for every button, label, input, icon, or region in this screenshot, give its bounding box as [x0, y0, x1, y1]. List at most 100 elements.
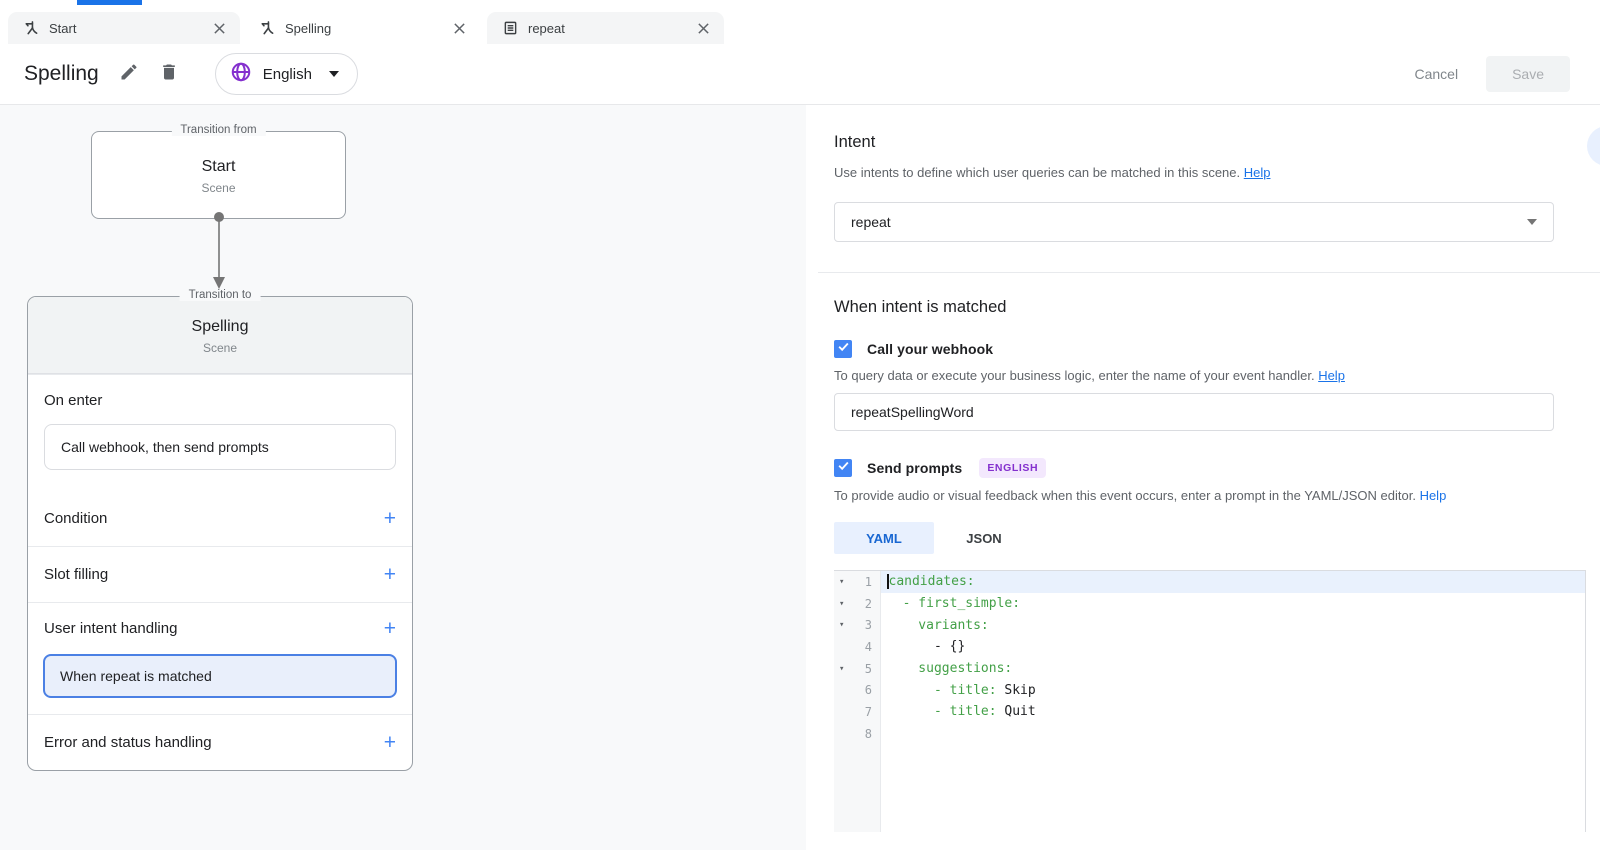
send-prompts-label: Send prompts — [867, 460, 962, 476]
code-line-content[interactable]: suggestions: — [881, 658, 1585, 680]
code-segment: - first_simple: — [887, 596, 1020, 611]
prompts-help-link[interactable]: Help — [1420, 488, 1447, 503]
from-scene-title: Start — [92, 158, 345, 176]
section-error-and-status-handling: Error and status handling+ — [28, 714, 412, 770]
intent-help-link[interactable]: Help — [1244, 165, 1271, 180]
line-gutter: ▾2 — [834, 593, 881, 615]
code-line-content[interactable]: - title: Quit — [881, 701, 1585, 723]
code-segment: - {} — [887, 639, 965, 654]
line-number: 6 — [852, 683, 881, 697]
top-loading-indicator — [77, 0, 142, 5]
add-error-and-status-handling-button[interactable]: + — [384, 732, 396, 753]
yaml-editor-lines: ▾1candidates:▾2 - first_simple:▾3 varian… — [834, 571, 1585, 745]
editor-tabstrip: Start Spelling repeat — [0, 0, 1600, 44]
code-segment: - title: — [887, 704, 1004, 719]
checkmark-icon — [837, 459, 850, 477]
to-scene-subtitle: Scene — [28, 341, 412, 355]
language-label: English — [263, 66, 312, 83]
from-scene-subtitle: Scene — [92, 181, 345, 195]
line-number: 7 — [852, 705, 881, 719]
editor-line[interactable]: ▾2 - first_simple: — [834, 593, 1585, 615]
tab-label: Start — [49, 21, 76, 36]
handler-when-repeat-is-matched[interactable]: When repeat is matched — [43, 654, 397, 698]
code-line-content[interactable]: - {} — [881, 636, 1585, 658]
code-line-content[interactable]: candidates: — [881, 571, 1585, 593]
editor-line[interactable]: ▾3 variants: — [834, 614, 1585, 636]
section-row-slot-filling[interactable]: Slot filling + — [28, 547, 412, 602]
code-line-content[interactable]: - title: Skip — [881, 679, 1585, 701]
code-segment: variants: — [887, 618, 989, 633]
close-tab-button[interactable] — [697, 22, 710, 35]
intent-icon — [503, 20, 518, 36]
send-prompts-checkbox[interactable] — [834, 459, 852, 477]
webhook-handler-input[interactable]: repeatSpellingWord — [834, 393, 1554, 431]
close-icon — [213, 22, 226, 35]
code-line-content[interactable]: - first_simple: — [881, 593, 1585, 615]
line-gutter: ▾5 — [834, 658, 881, 680]
section-label: Slot filling — [44, 566, 108, 583]
line-gutter: 7 — [834, 701, 881, 723]
code-line-content[interactable]: variants: — [881, 614, 1585, 636]
editor-line[interactable]: 4 - {} — [834, 636, 1585, 658]
add-condition-button[interactable]: + — [384, 508, 396, 529]
line-number: 4 — [852, 640, 881, 654]
editor-line[interactable]: 8 — [834, 723, 1585, 745]
line-number: 8 — [852, 727, 881, 741]
editor-tab-json[interactable]: JSON — [934, 522, 1034, 554]
add-user-intent-handling-button[interactable]: + — [384, 618, 396, 639]
trash-icon — [159, 62, 179, 87]
save-button[interactable]: Save — [1486, 56, 1570, 92]
code-line-content[interactable] — [881, 723, 1585, 745]
tab-start[interactable]: Start — [8, 12, 240, 44]
intent-description: Use intents to define which user queries… — [834, 165, 1600, 180]
close-tab-button[interactable] — [213, 22, 226, 35]
language-selector[interactable]: English — [215, 53, 358, 95]
editor-tab-yaml[interactable]: YAML — [834, 522, 934, 554]
intent-select[interactable]: repeat — [834, 202, 1554, 242]
edit-scene-button[interactable] — [119, 62, 139, 87]
tab-spelling[interactable]: Spelling — [244, 12, 480, 44]
to-scene-title: Spelling — [28, 318, 412, 336]
editor-line[interactable]: ▾5 suggestions: — [834, 658, 1585, 680]
globe-icon — [230, 61, 252, 88]
line-number: 5 — [852, 662, 881, 676]
prompts-description: To provide audio or visual feedback when… — [834, 488, 1600, 503]
tab-repeat[interactable]: repeat — [487, 12, 724, 44]
scene-card-header[interactable]: Transition to Spelling Scene — [28, 297, 412, 374]
close-tab-button[interactable] — [453, 22, 466, 35]
matched-section-title: When intent is matched — [834, 298, 1600, 317]
line-number: 3 — [852, 618, 881, 632]
section-row-user-intent-handling[interactable]: User intent handling+ — [28, 603, 412, 653]
on-enter-item[interactable]: Call webhook, then send prompts — [44, 424, 396, 470]
tab-label: repeat — [528, 21, 565, 36]
editor-line[interactable]: ▾1 candidates: — [834, 571, 1585, 593]
add-slot-filling-button[interactable]: + — [384, 564, 396, 585]
transition-to-card: Transition to Spelling Scene On enter Ca… — [27, 296, 413, 771]
on-enter-heading: On enter — [44, 392, 396, 409]
yaml-editor[interactable]: ▾1candidates:▾2 - first_simple:▾3 varian… — [834, 570, 1586, 832]
fold-arrow-icon[interactable]: ▾ — [839, 577, 852, 587]
transition-from-label: Transition from — [171, 124, 265, 136]
line-number: 2 — [852, 597, 881, 611]
fold-arrow-icon[interactable]: ▾ — [839, 599, 852, 609]
editor-format-tabs: YAMLJSON — [834, 522, 1600, 554]
fold-arrow-icon[interactable]: ▾ — [839, 664, 852, 674]
line-gutter: ▾1 — [834, 571, 881, 593]
fold-arrow-icon[interactable]: ▾ — [839, 620, 852, 630]
pencil-icon — [119, 62, 139, 87]
section-row-condition[interactable]: Condition+ — [28, 491, 412, 546]
delete-scene-button[interactable] — [159, 62, 179, 87]
webhook-help-link[interactable]: Help — [1318, 368, 1345, 383]
transition-from-box[interactable]: Transition from Start Scene — [91, 131, 346, 219]
editor-line[interactable]: 6 - title: Skip — [834, 679, 1585, 701]
editor-line[interactable]: 7 - title: Quit — [834, 701, 1585, 723]
call-webhook-checkbox[interactable] — [834, 340, 852, 358]
code-segment: candidates: — [889, 574, 975, 589]
scene-icon — [24, 20, 39, 36]
scene-icon — [260, 20, 275, 36]
code-segment: suggestions: — [887, 661, 1012, 676]
cancel-button[interactable]: Cancel — [1400, 56, 1472, 92]
section-row-error-and-status-handling[interactable]: Error and status handling+ — [28, 715, 412, 770]
dropdown-caret-icon — [1527, 219, 1537, 225]
section-condition: Condition+ — [28, 491, 412, 546]
